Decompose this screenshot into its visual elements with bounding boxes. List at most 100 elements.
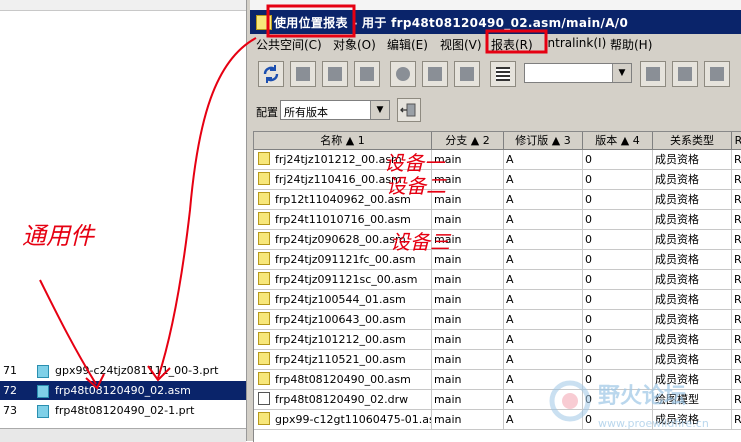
tool-icon-9[interactable] <box>704 61 730 87</box>
menu-intralink[interactable]: Intralink(I) <box>544 36 606 50</box>
cell-branch: main <box>432 210 504 230</box>
cell-extra: R <box>732 150 741 170</box>
tool-icon-8[interactable] <box>672 61 698 87</box>
file-name: frj24tjz110416_00.asm <box>275 173 402 186</box>
menu-object[interactable]: 对象(O) <box>333 36 376 53</box>
cell-version: 0 <box>583 170 653 190</box>
column-header-relation[interactable]: 关系类型 <box>653 132 732 150</box>
table-row[interactable]: frj24tjz110416_00.asm main A 0 成员资格 R <box>254 170 741 190</box>
filter-combo[interactable]: ▼ <box>524 63 632 83</box>
window-title: 使用位置报表 - 用于 frp48t08120490_02.asm/main/A… <box>274 16 629 30</box>
report-window-icon <box>256 15 272 30</box>
cell-version: 0 <box>583 230 653 250</box>
cell-revision: A <box>504 270 583 290</box>
assembly-file-icon <box>258 372 270 385</box>
table-row[interactable]: frj24tjz101212_00.asm main A 0 成员资格 R <box>254 150 741 170</box>
apply-config-icon[interactable] <box>397 98 421 122</box>
file-name: frp24tjz090628_00.asm <box>275 233 406 246</box>
cell-extra: R <box>732 290 741 310</box>
part-file-icon <box>37 405 49 418</box>
cell-extra: R <box>732 210 741 230</box>
cell-name: gpx99-c12gt11060475-01.asm <box>254 410 432 430</box>
cell-name: frp24tjz110521_00.asm <box>254 350 432 370</box>
config-select[interactable]: 所有版本 ▼ <box>280 100 390 120</box>
tool-icon-1[interactable] <box>290 61 316 87</box>
menu-edit[interactable]: 编辑(E) <box>387 36 428 53</box>
tool-icon-5[interactable] <box>422 61 448 87</box>
cell-branch: main <box>432 230 504 250</box>
cell-branch: main <box>432 350 504 370</box>
table-row[interactable]: frp24tjz100544_01.asm main A 0 成员资格 R <box>254 290 741 310</box>
cell-revision: A <box>504 170 583 190</box>
table-row[interactable]: frp24t11010716_00.asm main A 0 成员资格 R <box>254 210 741 230</box>
left-list-item[interactable]: 71 gpx99-c24tjz081111_00-3.prt <box>0 361 246 380</box>
table-row[interactable]: frp24tjz110521_00.asm main A 0 成员资格 R <box>254 350 741 370</box>
cell-version: 0 <box>583 210 653 230</box>
left-item-filename: frp48t08120490_02.asm <box>55 384 191 397</box>
table-row[interactable]: frp24tjz091121fc_00.asm main A 0 成员资格 R <box>254 250 741 270</box>
cell-branch: main <box>432 250 504 270</box>
left-list-item[interactable]: 72 frp48t08120490_02.asm <box>0 381 246 400</box>
menu-help[interactable]: 帮助(H) <box>610 36 652 53</box>
cell-relation: 成员资格 <box>653 150 732 170</box>
table-row[interactable]: frp24tjz090628_00.asm main A 0 成员资格 R <box>254 230 741 250</box>
column-header-version[interactable]: 版本 ▲ 4 <box>583 132 653 150</box>
table-icon[interactable] <box>490 61 516 87</box>
cell-version: 0 <box>583 270 653 290</box>
file-name: frp48t08120490_00.asm <box>275 373 411 386</box>
forum-watermark: 野火论坛 www.proewildfire.cn <box>548 371 738 440</box>
assembly-file-icon <box>258 152 270 165</box>
cell-relation: 成员资格 <box>653 270 732 290</box>
left-item-filename: gpx99-c24tjz081111_00-3.prt <box>55 364 219 377</box>
file-name: frp24tjz100643_00.asm <box>275 313 406 326</box>
left-item-number: 71 <box>3 364 17 377</box>
cell-version: 0 <box>583 350 653 370</box>
assembly-file-icon <box>258 312 270 325</box>
file-name: frp24tjz101212_00.asm <box>275 333 406 346</box>
cell-branch: main <box>432 270 504 290</box>
cell-extra: R <box>732 190 741 210</box>
menu-report[interactable]: 报表(R) <box>491 36 533 53</box>
tool-icon-3[interactable] <box>354 61 380 87</box>
left-item-number: 73 <box>3 404 17 417</box>
file-name: frp24tjz100544_01.asm <box>275 293 406 306</box>
tool-icon-7[interactable] <box>640 61 666 87</box>
table-row[interactable]: frp24tjz091121sc_00.asm main A 0 成员资格 R <box>254 270 741 290</box>
cell-revision: A <box>504 310 583 330</box>
cell-version: 0 <box>583 150 653 170</box>
cell-revision: A <box>504 250 583 270</box>
assembly-file-icon <box>258 412 270 425</box>
cell-name: frp24tjz090628_00.asm <box>254 230 432 250</box>
cell-extra: R <box>732 250 741 270</box>
part-file-icon <box>37 365 49 378</box>
table-row[interactable]: frp24tjz101212_00.asm main A 0 成员资格 R <box>254 330 741 350</box>
tool-icon-4[interactable] <box>390 61 416 87</box>
tool-icon-6[interactable] <box>454 61 480 87</box>
cell-name: frp24t11010716_00.asm <box>254 210 432 230</box>
assembly-file-icon <box>258 252 270 265</box>
column-header-extra[interactable]: R <box>732 132 741 150</box>
cell-extra: R <box>732 350 741 370</box>
cell-revision: A <box>504 210 583 230</box>
file-name: frp24tjz110521_00.asm <box>275 353 406 366</box>
file-name: gpx99-c12gt11060475-01.asm <box>275 413 432 426</box>
left-horizontal-scrollbar[interactable] <box>0 428 246 442</box>
left-list-item[interactable]: 73 frp48t08120490_02-1.prt <box>0 401 246 420</box>
column-header-name[interactable]: 名称 ▲ 1 <box>254 132 432 150</box>
cell-relation: 成员资格 <box>653 350 732 370</box>
cell-relation: 成员资格 <box>653 250 732 270</box>
column-header-branch[interactable]: 分支 ▲ 2 <box>432 132 504 150</box>
menu-workspace[interactable]: 公共空间(C) <box>256 36 322 53</box>
refresh-icon[interactable] <box>258 61 284 87</box>
cell-extra: R <box>732 270 741 290</box>
tool-icon-2[interactable] <box>322 61 348 87</box>
menu-bar: 公共空间(C) 对象(O) 编辑(E) 视图(V) 报表(R) Intralin… <box>250 34 741 54</box>
chevron-down-icon[interactable]: ▼ <box>612 64 631 82</box>
cell-version: 0 <box>583 330 653 350</box>
column-header-revision[interactable]: 修订版 ▲ 3 <box>504 132 583 150</box>
chevron-down-icon[interactable]: ▼ <box>370 101 389 119</box>
left-item-number: 72 <box>3 384 17 397</box>
table-row[interactable]: frp12t11040962_00.asm main A 0 成员资格 R <box>254 190 741 210</box>
menu-view[interactable]: 视图(V) <box>440 36 482 53</box>
table-row[interactable]: frp24tjz100643_00.asm main A 0 成员资格 R <box>254 310 741 330</box>
